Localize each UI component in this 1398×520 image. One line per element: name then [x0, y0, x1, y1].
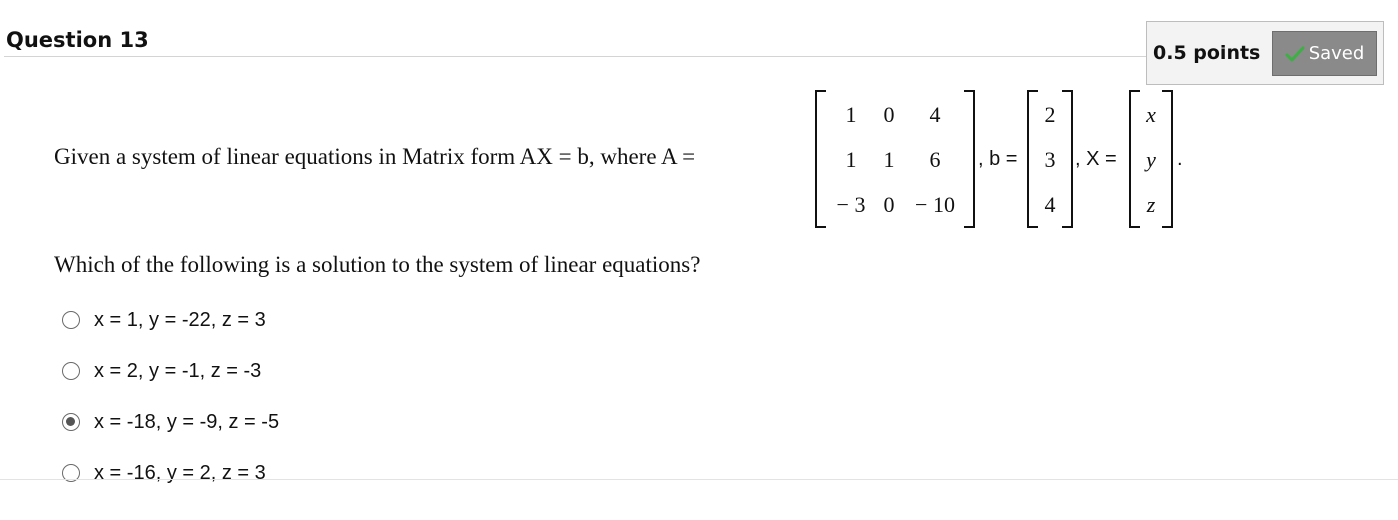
- b-label: , b =: [978, 148, 1018, 170]
- answer-option-label: x = 2, y = -1, z = -3: [94, 359, 262, 382]
- matrix-a: 1 0 4 1 1 6 − 3 0 − 10: [815, 90, 975, 228]
- radio-button-selected[interactable]: [62, 413, 80, 431]
- matrix-a-cell: − 10: [915, 192, 955, 217]
- answer-option[interactable]: x = -16, y = 2, z = 3: [62, 460, 266, 486]
- vector-b-cell: 4: [1044, 192, 1056, 217]
- radio-button[interactable]: [62, 311, 80, 329]
- question-prompt: Given a system of linear equations in Ma…: [54, 144, 696, 169]
- prompt-end: .: [1177, 148, 1183, 170]
- question-title: Question 13: [6, 28, 149, 52]
- vector-x-cell: x: [1146, 102, 1156, 127]
- matrix-a-cell: 0: [883, 192, 895, 217]
- vector-x-cell: y: [1146, 147, 1156, 172]
- matrix-a-cell: 4: [929, 102, 941, 127]
- matrix-a-cell: 6: [929, 147, 941, 172]
- answer-option[interactable]: x = -18, y = -9, z = -5: [62, 409, 279, 435]
- radio-button[interactable]: [62, 362, 80, 380]
- vector-x-cell: z: [1146, 192, 1156, 217]
- saved-status-button[interactable]: Saved: [1272, 31, 1377, 76]
- points-panel: 0.5 points Saved: [1146, 21, 1384, 85]
- points-label: 0.5 points: [1153, 42, 1261, 64]
- x-label: , X =: [1075, 148, 1117, 170]
- answer-option-label: x = -16, y = 2, z = 3: [94, 461, 266, 484]
- matrix-a-cell: − 3: [836, 192, 866, 217]
- vector-b-cell: 2: [1044, 102, 1056, 127]
- answer-option-label: x = 1, y = -22, z = 3: [94, 308, 266, 331]
- vector-b-cell: 3: [1044, 147, 1056, 172]
- saved-label: Saved: [1308, 43, 1365, 64]
- matrix-a-cell: 0: [883, 102, 895, 127]
- answer-option[interactable]: x = 1, y = -22, z = 3: [62, 307, 266, 333]
- vector-x: x y z: [1129, 90, 1173, 228]
- matrix-a-cell: 1: [883, 147, 895, 172]
- bottom-divider: [0, 479, 1398, 480]
- question-ask: Which of the following is a solution to …: [54, 252, 701, 277]
- matrix-a-cell: 1: [845, 102, 857, 127]
- answer-option[interactable]: x = 2, y = -1, z = -3: [62, 358, 261, 384]
- answer-option-label: x = -18, y = -9, z = -5: [94, 410, 280, 433]
- check-icon: [1285, 46, 1305, 61]
- title-divider: [4, 56, 1146, 57]
- matrix-a-cell: 1: [845, 147, 857, 172]
- vector-b: 2 3 4: [1027, 90, 1073, 228]
